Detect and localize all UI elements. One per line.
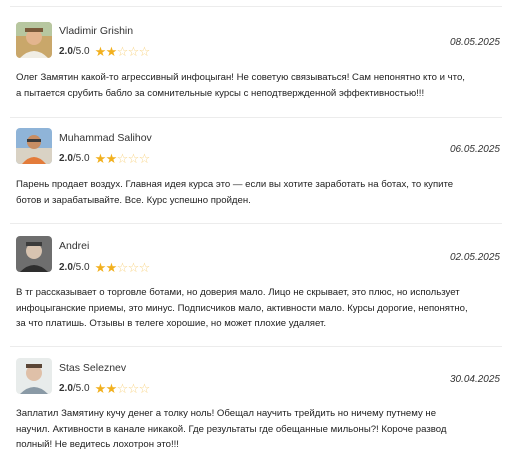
review-text-line: полный! Не ведитесь лохотрон это!!! bbox=[16, 439, 179, 450]
review-text-line: инфоцыганские приемы, это минус. Подписч… bbox=[16, 302, 468, 314]
star-filled-icon: ★ bbox=[105, 260, 118, 275]
review-text-line: а пытается срубить бабло за сомнительные… bbox=[16, 87, 425, 99]
rating-stars: ★ ★ ☆ ☆ ☆ bbox=[94, 44, 151, 59]
star-filled-icon: ★ bbox=[105, 381, 118, 396]
review-text: Заплатил Замятину кучу денег а толку нол… bbox=[16, 406, 500, 453]
star-outline-icon: ☆ bbox=[116, 44, 129, 59]
review-text: Олег Замятин какой-то агрессивный инфоцы… bbox=[16, 70, 500, 101]
rating-max: /5.0 bbox=[72, 46, 90, 57]
review-rating: 2.0/5.0 ★ ★ ☆ ☆ ☆ bbox=[59, 152, 150, 165]
review-text-line: за что платишь. Отзывы в телеге хорошие,… bbox=[16, 318, 327, 329]
review-date: 30.04.2025 bbox=[449, 374, 500, 385]
avatar bbox=[16, 358, 52, 394]
top-divider bbox=[10, 6, 502, 7]
review-divider bbox=[10, 346, 502, 347]
star-outline-icon: ☆ bbox=[116, 381, 129, 396]
star-outline-icon: ☆ bbox=[138, 260, 151, 275]
review-divider bbox=[10, 223, 502, 224]
rating-max: /5.0 bbox=[72, 153, 90, 164]
star-outline-icon: ☆ bbox=[138, 381, 151, 396]
review-rating: 2.0/5.0 ★ ★ ☆ ☆ ☆ bbox=[59, 261, 150, 274]
rating-value: 2.0 bbox=[59, 383, 73, 394]
star-outline-icon: ☆ bbox=[127, 260, 140, 275]
review-text-line: Олег Замятин какой-то агрессивный инфоцы… bbox=[16, 72, 465, 83]
star-outline-icon: ☆ bbox=[127, 151, 140, 166]
avatar bbox=[16, 22, 52, 58]
star-outline-icon: ☆ bbox=[138, 44, 151, 59]
review-text: В тг рассказывает о торговле ботами, но … bbox=[16, 285, 500, 332]
rating-max: /5.0 bbox=[72, 383, 90, 394]
review-text-line: научил. Активности в канале никакой. Где… bbox=[16, 423, 447, 435]
star-outline-icon: ☆ bbox=[127, 44, 140, 59]
star-filled-icon: ★ bbox=[105, 151, 118, 166]
review-date: 08.05.2025 bbox=[449, 37, 500, 48]
avatar bbox=[16, 236, 52, 272]
review-author: Vladimir Grishin bbox=[59, 25, 134, 37]
star-outline-icon: ☆ bbox=[127, 381, 140, 396]
review-text-line: ботов и зарабатывайте. Все. Курс успешно… bbox=[16, 194, 251, 206]
review-divider bbox=[10, 117, 502, 118]
review-text-line: Заплатил Замятину кучу денег а толку нол… bbox=[16, 408, 437, 419]
avatar bbox=[16, 128, 52, 164]
rating-value: 2.0 bbox=[59, 262, 73, 273]
star-outline-icon: ☆ bbox=[138, 151, 151, 166]
rating-stars: ★ ★ ☆ ☆ ☆ bbox=[94, 260, 151, 275]
star-filled-icon: ★ bbox=[94, 381, 107, 396]
review-rating: 2.0/5.0 ★ ★ ☆ ☆ ☆ bbox=[59, 382, 150, 395]
review-author: Andrei bbox=[59, 240, 90, 252]
rating-stars: ★ ★ ☆ ☆ ☆ bbox=[94, 151, 151, 166]
rating-value: 2.0 bbox=[59, 46, 73, 57]
rating-max: /5.0 bbox=[72, 262, 90, 273]
reviews-page: Vladimir Grishin 2.0/5.0 ★ ★ ☆ ☆ ☆ 08.05.202… bbox=[0, 0, 512, 461]
rating-stars: ★ ★ ☆ ☆ ☆ bbox=[94, 381, 151, 396]
star-filled-icon: ★ bbox=[105, 44, 118, 59]
review-author: Stas Seleznev bbox=[59, 362, 127, 374]
review-text: Парень продает воздух. Главная идея курс… bbox=[16, 177, 500, 208]
star-filled-icon: ★ bbox=[94, 151, 107, 166]
review-date: 06.05.2025 bbox=[449, 144, 500, 155]
star-outline-icon: ☆ bbox=[116, 151, 129, 166]
review-text-line: В тг рассказывает о торговле ботами, но … bbox=[16, 287, 460, 298]
review-author: Muhammad Salihov bbox=[59, 132, 152, 144]
review-text-line: Парень продает воздух. Главная идея курс… bbox=[16, 179, 454, 190]
review-rating: 2.0/5.0 ★ ★ ☆ ☆ ☆ bbox=[59, 45, 150, 58]
star-filled-icon: ★ bbox=[94, 260, 107, 275]
rating-value: 2.0 bbox=[59, 153, 73, 164]
star-filled-icon: ★ bbox=[94, 44, 107, 59]
review-date: 02.05.2025 bbox=[449, 252, 500, 263]
star-outline-icon: ☆ bbox=[116, 260, 129, 275]
